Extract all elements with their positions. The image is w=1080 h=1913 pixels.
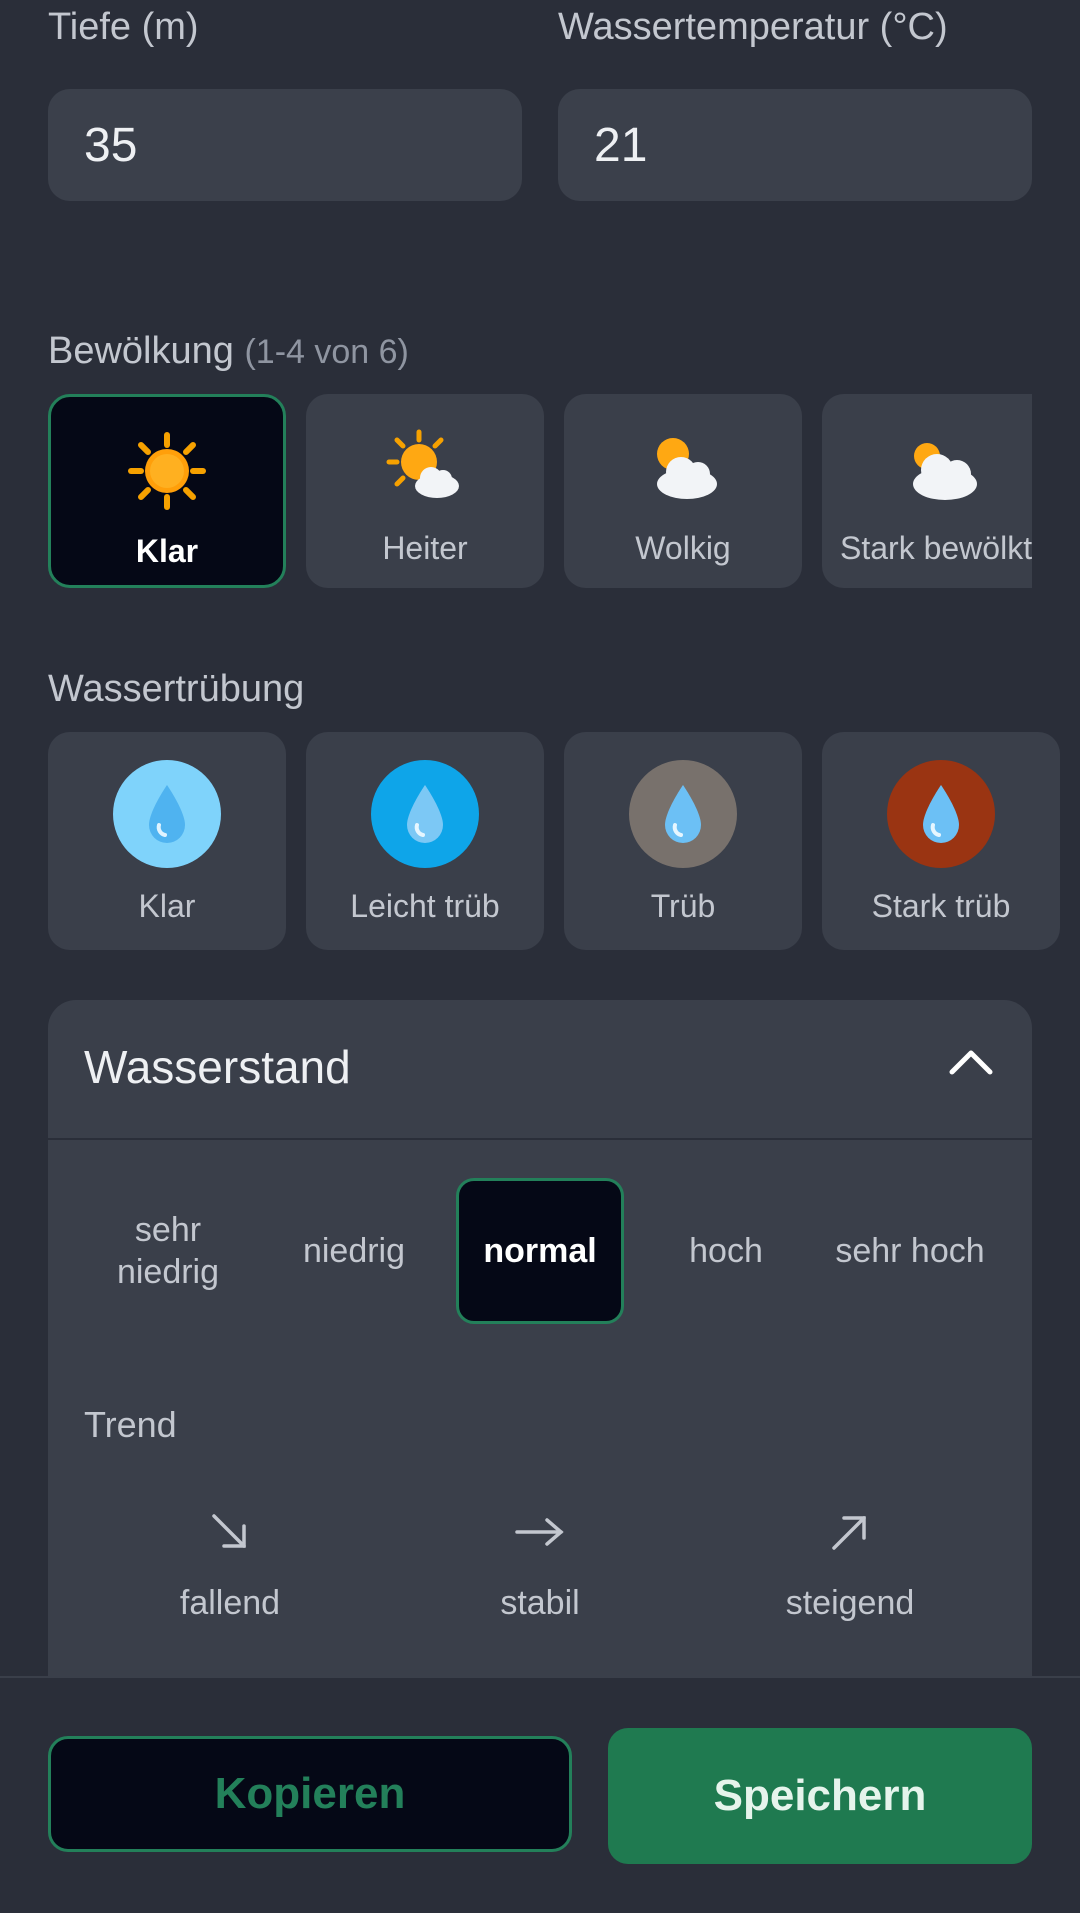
cloud-option-label: Stark bewölkt [840,530,1032,566]
water-temp-input[interactable]: 21 [558,89,1032,201]
cloud-section-title: Bewölkung (1-4 von 6) [48,330,409,373]
trend-label: fallend [179,1584,281,1622]
droplet-icon [629,760,737,868]
trend-option-steigend[interactable]: steigend [750,1510,950,1623]
level-option-sehr-niedrig[interactable]: sehr niedrig [88,1178,248,1324]
trend-title: Trend [84,1404,177,1445]
cloud-carousel[interactable]: Klar Heiter Wolkig Stark bewölkt [48,394,1032,588]
sun-behind-cloud-icon [643,428,723,508]
cloud-range-hint: (1-4 von 6) [244,333,409,371]
footer-bar: Kopieren Speichern [0,1676,1080,1913]
turbidity-option-label: Trüb [650,888,716,924]
depth-label: Tiefe (m) [48,6,199,48]
water-level-header[interactable]: Wasserstand [48,1000,1032,1138]
water-level-title: Wasserstand [84,1041,351,1093]
turbidity-option-klar[interactable]: Klar [48,732,286,950]
turbidity-title: Wassertrübung [48,668,305,710]
cloud-option-label: Heiter [382,530,468,566]
trend-option-stabil[interactable]: stabil [440,1510,640,1623]
turbidity-option-stark-trueb[interactable]: Stark trüb [822,732,1060,950]
cloud-option-klar[interactable]: Klar [48,394,286,588]
turbidity-option-trueb[interactable]: Trüb [564,732,802,950]
depth-input[interactable]: 35 [48,89,522,201]
arrow-right-icon [440,1510,640,1570]
level-option-sehr-hoch[interactable]: sehr hoch [830,1178,990,1324]
turbidity-option-leicht-trueb[interactable]: Leicht trüb [306,732,544,950]
sun-icon [127,431,207,511]
sun-behind-large-cloud-icon [822,428,1032,508]
droplet-icon [113,760,221,868]
arrow-up-right-icon [750,1510,950,1570]
sun-behind-small-cloud-icon [385,428,465,508]
save-button[interactable]: Speichern [608,1728,1032,1864]
cloud-option-label: Wolkig [635,530,731,566]
cloud-option-wolkig[interactable]: Wolkig [564,394,802,588]
turbidity-option-label: Stark trüb [871,888,1011,924]
water-temp-label: Wassertemperatur (°C) [558,6,948,48]
droplet-icon [887,760,995,868]
level-option-hoch[interactable]: hoch [644,1178,808,1324]
trend-option-fallend[interactable]: fallend [130,1510,330,1623]
level-option-niedrig[interactable]: niedrig [272,1178,436,1324]
copy-button[interactable]: Kopieren [48,1736,572,1852]
cloud-option-label: Klar [135,533,199,569]
turbidity-option-label: Klar [138,888,196,924]
trend-label: stabil [500,1584,580,1622]
cloud-option-stark-bewoelkt[interactable]: Stark bewölkt [822,394,1032,588]
level-option-normal[interactable]: normal [456,1178,624,1324]
chevron-up-icon[interactable] [948,1046,994,1081]
trend-label: steigend [785,1584,915,1622]
droplet-icon [371,760,479,868]
turbidity-option-label: Leicht trüb [350,888,500,924]
cloud-title: Bewölkung [48,330,234,372]
cloud-option-heiter[interactable]: Heiter [306,394,544,588]
arrow-down-right-icon [130,1510,330,1570]
